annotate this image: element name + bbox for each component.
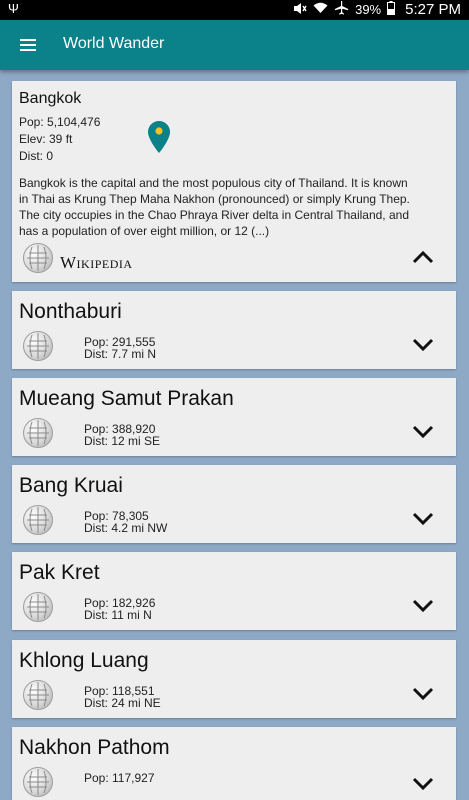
city-name: Mueang Samut Prakan [19,387,234,410]
status-bar: Ψ 39% 5:27 PM [0,0,469,20]
clock: 5:27 PM [405,1,461,18]
wikipedia-globe-icon[interactable] [23,767,53,797]
city-name: Nakhon Pathom [19,736,170,759]
wikipedia-globe-icon[interactable] [23,680,53,710]
expand-chevron-down-icon[interactable] [412,512,434,526]
city-stats: Pop: 117,927 [84,772,155,784]
city-name: Khlong Luang [19,649,149,672]
usb-icon: Ψ [8,1,19,16]
status-icons: 39% 5:27 PM [293,1,461,18]
distance: Dist: 0 [19,149,54,163]
collapse-chevron-up-icon[interactable] [412,250,434,264]
app-bar: World Wander [0,20,469,70]
battery-icon [387,1,396,18]
wikipedia-globe-icon[interactable] [23,592,53,622]
battery-percent: 39% [355,2,382,17]
city-card[interactable]: Pak Kret Pop: 182,926 Dist: 11 mi N [12,552,456,630]
expand-chevron-down-icon[interactable] [412,777,434,791]
expand-chevron-down-icon[interactable] [412,338,434,352]
map-pin-icon[interactable] [148,121,170,158]
elevation: Elev: 39 ft [19,132,73,146]
city-stats: Pop: 182,926 Dist: 11 mi N [84,597,155,621]
mute-icon [293,2,307,18]
app-title: World Wander [63,35,165,52]
city-card[interactable]: Bang Kruai Pop: 78,305 Dist: 4.2 mi NW [12,465,456,543]
population: Pop: 5,104,476 [19,115,101,129]
city-name: Bangkok [19,90,82,107]
city-stats: Pop: 118,551 Dist: 24 mi NE [84,685,161,709]
city-card[interactable]: Mueang Samut Prakan Pop: 388,920 Dist: 1… [12,378,456,456]
city-description: Bangkok is the capital and the most popu… [19,176,410,238]
distance: Dist: 24 mi NE [84,696,161,710]
city-card[interactable]: Nakhon Pathom Pop: 117,927 [12,727,456,800]
city-stats: Pop: 291,555 Dist: 7.7 mi N [84,336,156,360]
population: Pop: 117,927 [84,771,155,785]
wikipedia-globe-icon[interactable] [23,418,53,448]
distance: Dist: 7.7 mi N [84,347,157,361]
expand-chevron-down-icon[interactable] [412,687,434,701]
distance: Dist: 4.2 mi NW [84,521,168,535]
city-card[interactable]: Nonthaburi Pop: 291,555 Dist: 7.7 mi N [12,291,456,369]
city-name: Bang Kruai [19,474,123,497]
expand-chevron-down-icon[interactable] [412,425,434,439]
city-stats: Pop: 5,104,476 Elev: 39 ft Dist: 0 [19,114,100,165]
wikipedia-wordmark[interactable]: Wikipedia [60,253,133,273]
distance: Dist: 11 mi N [84,608,152,622]
wikipedia-globe-icon[interactable] [23,505,53,535]
expand-chevron-down-icon[interactable] [412,599,434,613]
city-stats: Pop: 388,920 Dist: 12 mi SE [84,423,160,447]
city-stats: Pop: 78,305 Dist: 4.2 mi NW [84,510,167,534]
wikipedia-globe-icon[interactable] [23,243,53,273]
airplane-mode-icon [334,1,349,18]
city-card[interactable]: Khlong Luang Pop: 118,551 Dist: 24 mi NE [12,640,456,718]
city-card-expanded[interactable]: Bangkok Pop: 5,104,476 Elev: 39 ft Dist:… [12,81,456,282]
distance: Dist: 12 mi SE [84,434,161,448]
city-name: Nonthaburi [19,300,122,323]
wikipedia-globe-icon[interactable] [23,331,53,361]
city-name: Pak Kret [19,561,100,584]
hamburger-menu-icon[interactable] [20,39,36,51]
wifi-icon [313,2,328,17]
